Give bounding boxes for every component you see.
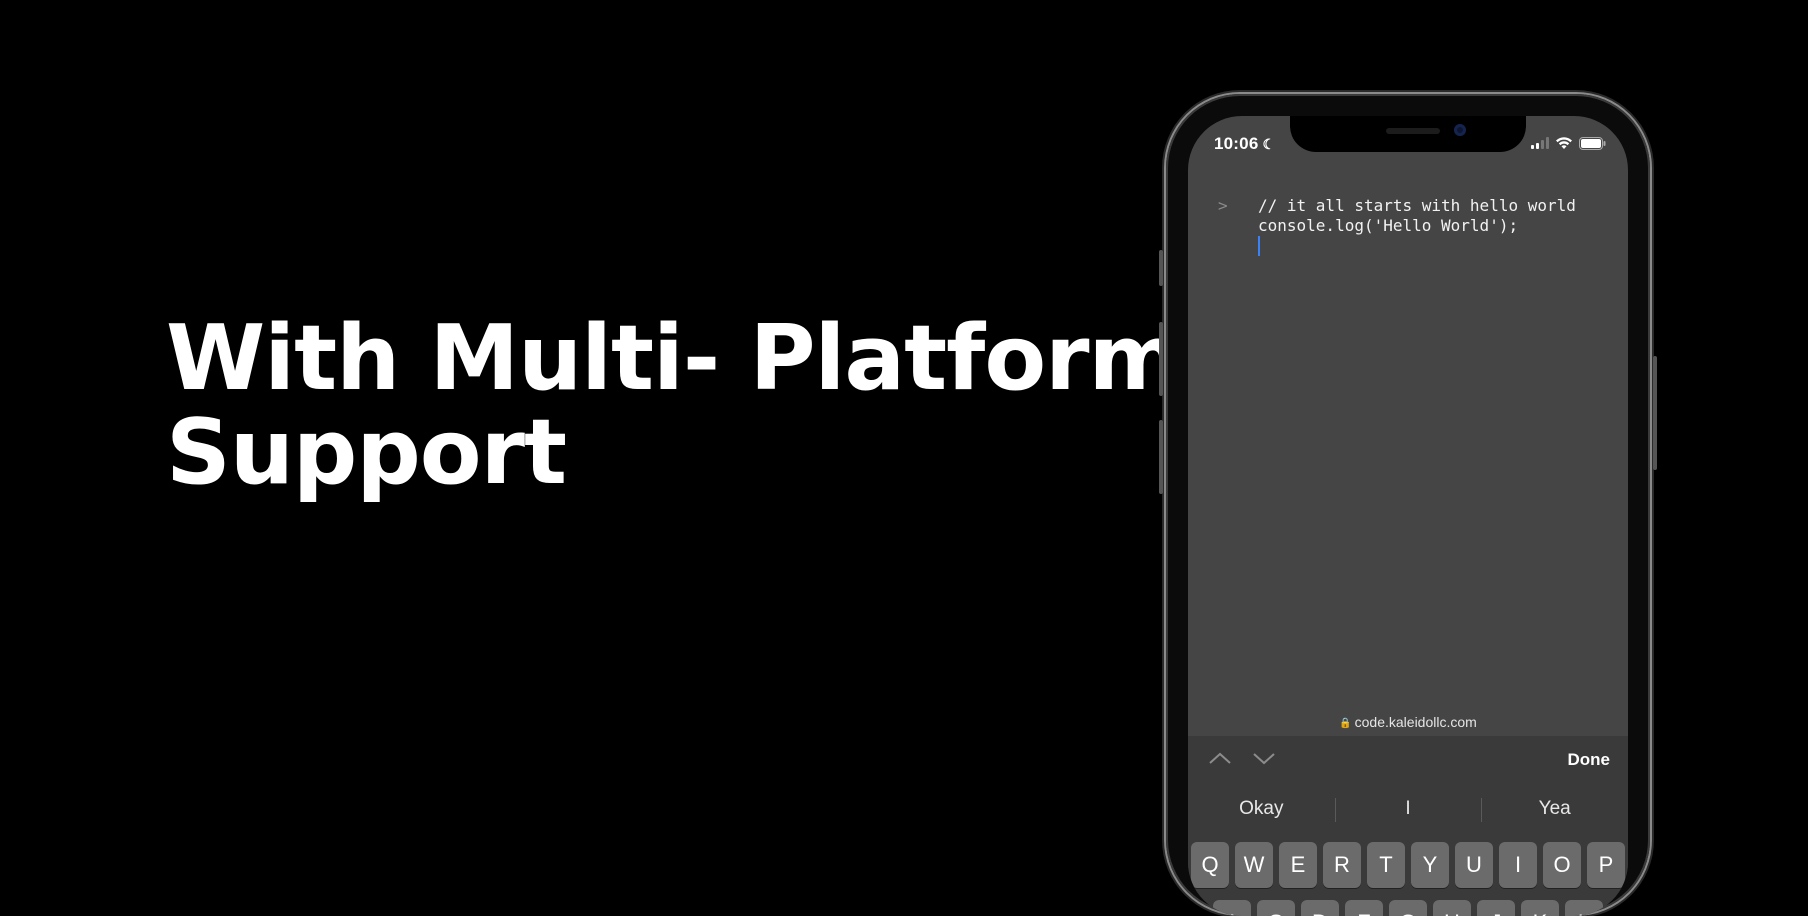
suggestion-item[interactable]: Yea <box>1481 784 1628 834</box>
key-r[interactable]: R <box>1323 842 1361 888</box>
key-k[interactable]: K <box>1521 900 1559 916</box>
chevron-up-icon[interactable] <box>1208 750 1232 771</box>
key-y[interactable]: Y <box>1411 842 1449 888</box>
predictive-text-bar: Okay I Yea <box>1188 784 1628 834</box>
status-bar-time: 10:06 ☾ <box>1214 134 1275 154</box>
code-content[interactable]: // it all starts with hello world console… <box>1258 196 1576 236</box>
key-e[interactable]: E <box>1279 842 1317 888</box>
power-button <box>1653 356 1657 470</box>
headline-line-2: Support <box>166 400 567 505</box>
code-editor[interactable]: > // it all starts with hello world conso… <box>1188 186 1628 706</box>
key-t[interactable]: T <box>1367 842 1405 888</box>
key-s[interactable]: S <box>1257 900 1295 916</box>
key-h[interactable]: H <box>1433 900 1471 916</box>
key-o[interactable]: O <box>1543 842 1581 888</box>
moon-icon: ☾ <box>1262 136 1276 152</box>
status-time-text: 10:06 <box>1214 134 1259 153</box>
phone-screen: 10:06 ☾ > // it all starts with hello wo… <box>1188 116 1628 916</box>
text-cursor <box>1258 236 1260 256</box>
prompt-symbol: > <box>1218 196 1228 215</box>
silent-switch <box>1159 250 1163 286</box>
done-button[interactable]: Done <box>1568 750 1611 770</box>
key-a[interactable]: A <box>1213 900 1251 916</box>
key-l[interactable]: L <box>1565 900 1603 916</box>
key-j[interactable]: J <box>1477 900 1515 916</box>
url-bar[interactable]: 🔒 code.kaleidollc.com <box>1188 714 1628 730</box>
keyboard-row-2: A S D F G H J K L <box>1213 900 1603 916</box>
cellular-signal-icon <box>1531 137 1549 149</box>
volume-down-button <box>1159 420 1163 494</box>
key-w[interactable]: W <box>1235 842 1273 888</box>
status-bar-icons <box>1531 136 1606 150</box>
key-u[interactable]: U <box>1455 842 1493 888</box>
lock-icon: 🔒 <box>1339 718 1352 729</box>
key-g[interactable]: G <box>1389 900 1427 916</box>
suggestion-item[interactable]: Okay <box>1188 784 1335 834</box>
front-camera <box>1454 124 1466 136</box>
speaker-grille <box>1386 128 1440 134</box>
key-p[interactable]: P <box>1587 842 1625 888</box>
volume-up-button <box>1159 322 1163 396</box>
key-i[interactable]: I <box>1499 842 1537 888</box>
url-domain: code.kaleidollc.com <box>1354 714 1477 730</box>
keyboard-accessory-bar: Done <box>1188 736 1628 784</box>
wifi-icon <box>1555 136 1573 150</box>
key-f[interactable]: F <box>1345 900 1383 916</box>
headline: With Multi- Platform Support <box>166 306 1182 505</box>
suggestion-item[interactable]: I <box>1334 784 1482 834</box>
battery-icon <box>1579 136 1606 150</box>
headline-line-1: With Multi- Platform <box>166 306 1182 411</box>
notch <box>1290 116 1526 152</box>
phone-mockup: 10:06 ☾ > // it all starts with hello wo… <box>1159 94 1657 916</box>
chevron-down-icon[interactable] <box>1252 750 1276 771</box>
code-line-1: // it all starts with hello world <box>1258 196 1576 215</box>
code-line-2: console.log('Hello World'); <box>1258 216 1519 235</box>
key-d[interactable]: D <box>1301 900 1339 916</box>
key-q[interactable]: Q <box>1191 842 1229 888</box>
keyboard-area: Done Okay I Yea Q W E R T Y U I O P A <box>1188 736 1628 916</box>
keyboard-row-1: Q W E R T Y U I O P <box>1191 842 1625 888</box>
